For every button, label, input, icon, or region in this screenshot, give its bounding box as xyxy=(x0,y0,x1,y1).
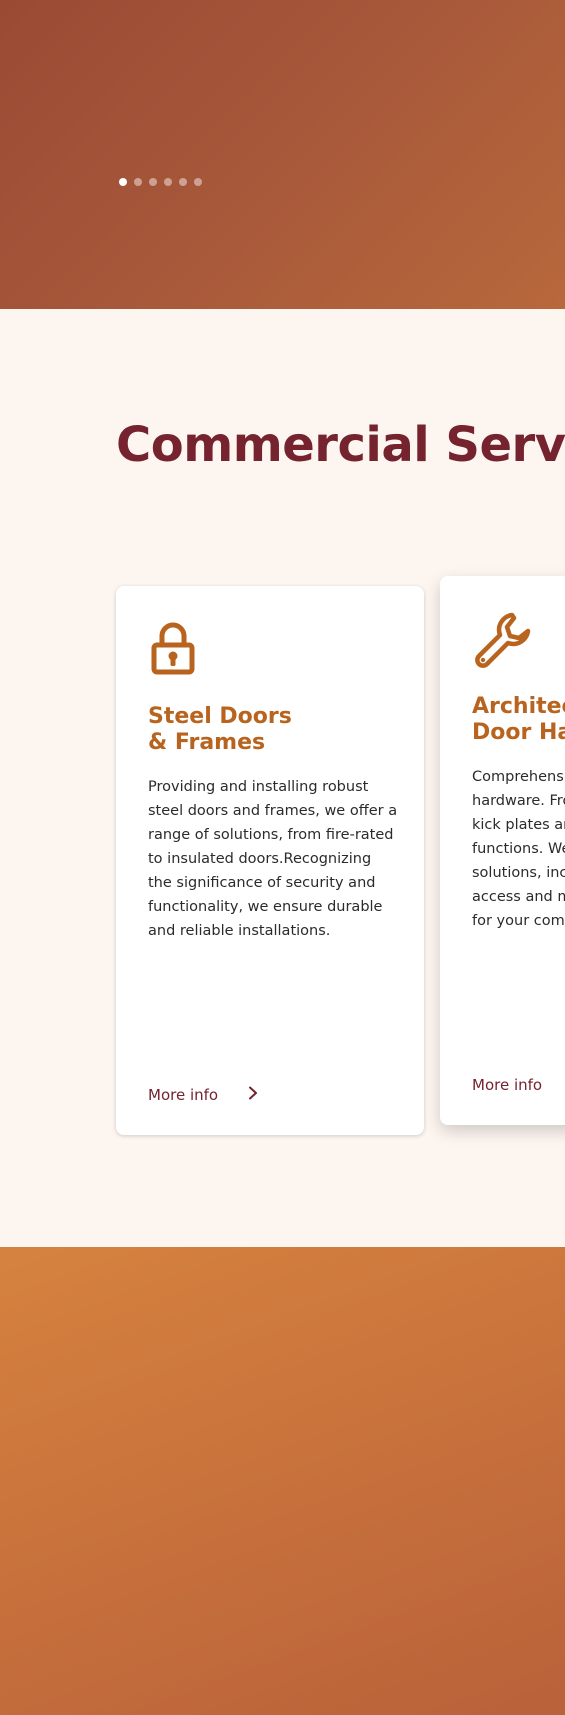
card-title: Architec Door Ha xyxy=(472,694,565,745)
services-section: Commercial Servic Steel Doors & Frames P… xyxy=(0,309,565,1247)
more-info-label: More info xyxy=(472,1076,543,1094)
footer-band xyxy=(0,1247,565,1715)
chevron-right-icon xyxy=(248,1086,258,1104)
more-info-link[interactable]: More info xyxy=(148,1086,258,1104)
more-info-link[interactable]: More info xyxy=(472,1076,542,1094)
section-title: Commercial Servic xyxy=(116,417,565,473)
lock-icon xyxy=(148,620,198,681)
service-card-steel-doors: Steel Doors & Frames Providing and insta… xyxy=(116,586,424,1135)
wrench-icon xyxy=(472,609,534,676)
more-info-label: More info xyxy=(148,1086,219,1104)
service-card-architectural-hardware: Architec Door Ha Comprehensi hardware. F… xyxy=(440,576,565,1125)
carousel-dot-1[interactable] xyxy=(119,178,127,186)
hero-banner xyxy=(0,0,565,309)
carousel-dot-5[interactable] xyxy=(179,178,187,186)
carousel-dot-2[interactable] xyxy=(134,178,142,186)
carousel-dot-4[interactable] xyxy=(164,178,172,186)
carousel-dot-6[interactable] xyxy=(194,178,202,186)
carousel-dot-3[interactable] xyxy=(149,178,157,186)
card-title: Steel Doors & Frames xyxy=(148,704,292,755)
card-description: Comprehensi hardware. Fro kick plates an… xyxy=(472,769,565,929)
card-description: Providing and installing robust steel do… xyxy=(148,779,398,939)
carousel-dots xyxy=(119,178,202,186)
